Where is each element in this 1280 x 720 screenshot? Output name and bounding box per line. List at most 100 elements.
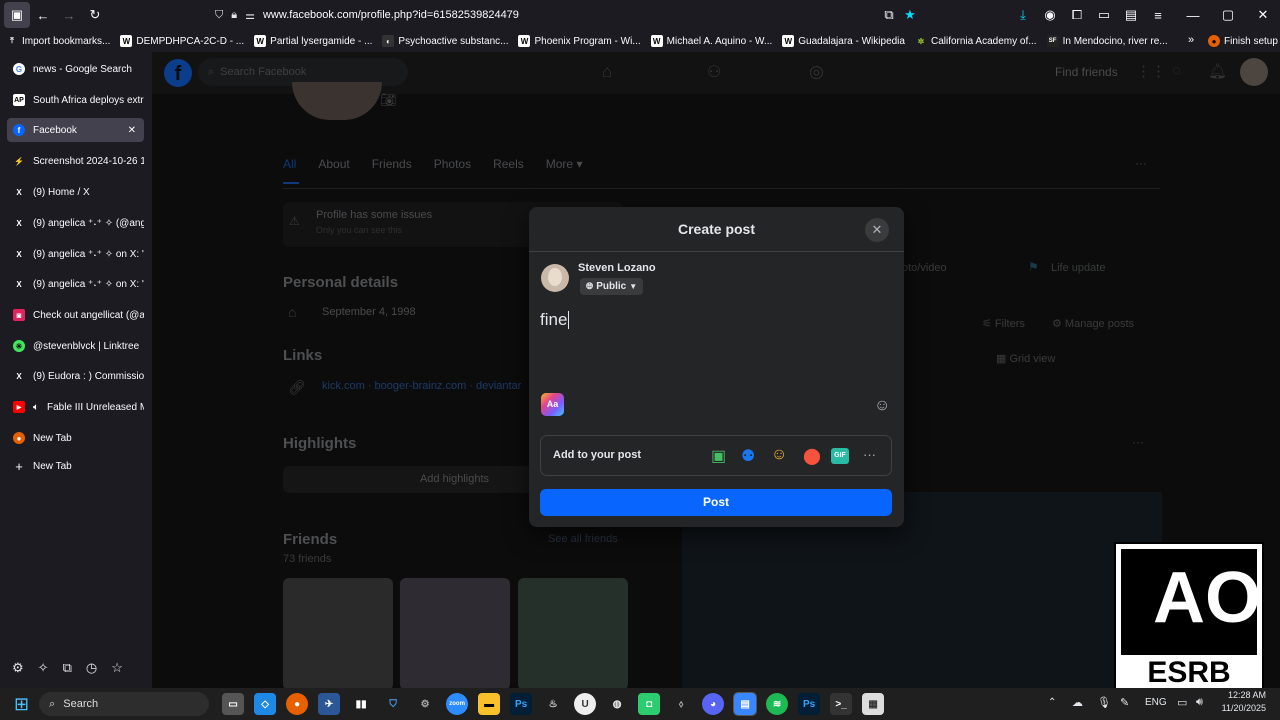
- network-icon[interactable]: ▭: [1177, 696, 1187, 709]
- sidebar-view-icon[interactable]: ▤: [1118, 2, 1144, 28]
- tab-all[interactable]: All: [283, 157, 296, 171]
- task-view-icon[interactable]: ▭: [222, 693, 245, 715]
- manage-posts-button[interactable]: ⚙ Manage posts: [1052, 317, 1134, 330]
- downloads-icon[interactable]: ⤓: [1010, 2, 1036, 28]
- sidebar-toggle-icon[interactable]: ▣: [4, 2, 30, 28]
- photoshop-icon[interactable]: Ps: [510, 693, 533, 715]
- firefox-icon[interactable]: ●: [286, 693, 309, 715]
- tab-item[interactable]: X (9) Home / X: [7, 180, 144, 204]
- forward-icon[interactable]: →: [56, 2, 82, 28]
- tab-item-active[interactable]: f Facebook ✕: [7, 118, 144, 142]
- containers-icon[interactable]: ▭: [1091, 2, 1117, 28]
- new-tab-button[interactable]: + New Tab: [7, 454, 144, 478]
- profile-icon[interactable]: ◎: [809, 62, 824, 82]
- terminal-icon[interactable]: >_: [830, 693, 853, 715]
- tab-item[interactable]: AP South Africa deploys extra: [7, 88, 144, 112]
- feeling-icon[interactable]: ☺: [771, 446, 787, 464]
- more-icon[interactable]: ···: [863, 447, 876, 462]
- tag-people-icon[interactable]: ⚉: [741, 446, 755, 466]
- tab-item[interactable]: X (9) Eudora : ) Commission: [7, 364, 144, 388]
- close-dialog-button[interactable]: ✕: [865, 218, 889, 242]
- bookmark-item[interactable]: ◐ Psychoactive substanc...: [382, 35, 508, 47]
- photo-video-icon[interactable]: ▣: [711, 446, 726, 466]
- copilot-icon[interactable]: ◇: [254, 693, 277, 715]
- synced-tabs-icon[interactable]: ⧉: [63, 660, 72, 676]
- tab-item[interactable]: Gnews - Google Search: [7, 57, 144, 81]
- gif-icon[interactable]: GIF: [831, 448, 849, 464]
- audience-selector[interactable]: 🌐︎ Public ▼: [580, 278, 644, 295]
- settings-icon[interactable]: ⚙: [12, 660, 24, 676]
- grid-view-button[interactable]: ▦ Grid view: [996, 352, 1055, 365]
- tab-about[interactable]: About: [318, 157, 349, 171]
- bell-icon[interactable]: 🔔︎: [1208, 62, 1227, 80]
- onedrive-icon[interactable]: ☁: [1072, 696, 1083, 709]
- tab-item[interactable]: X (9) angelica ⁺˖⁺ ✧ on X: "sa: [7, 242, 144, 266]
- audio-app-icon[interactable]: ▮▮: [350, 693, 372, 715]
- app-icon[interactable]: ◍: [606, 693, 628, 715]
- tab-item[interactable]: ▶ 🔈︎ Fable III Unreleased M: [7, 395, 144, 419]
- minimize-icon[interactable]: —: [1180, 2, 1206, 28]
- steam-icon[interactable]: ♨: [542, 693, 564, 715]
- history-icon[interactable]: ◷: [86, 660, 97, 676]
- text-background-icon[interactable]: Aa: [541, 393, 564, 416]
- bookmark-item[interactable]: W Guadalajara - Wikipedia: [782, 35, 905, 47]
- tab-item[interactable]: X (9) angelica ⁺˖⁺ ✧ on X: "sa: [7, 272, 144, 296]
- links-list[interactable]: kick.com · booger-brainz.com · deviantar: [322, 380, 521, 392]
- back-icon[interactable]: ←: [30, 2, 56, 28]
- chevron-right-icon[interactable]: »: [1188, 34, 1194, 46]
- discord-icon[interactable]: ◕: [702, 693, 725, 715]
- notepad-icon[interactable]: ▤: [733, 692, 758, 716]
- pen-icon[interactable]: ✎: [1120, 696, 1129, 709]
- app-icon[interactable]: ✈: [318, 693, 341, 715]
- taskbar-search[interactable]: ⌕ Search: [39, 692, 210, 716]
- windows-start-icon[interactable]: ⊞: [14, 694, 29, 715]
- ai-icon[interactable]: ✧: [38, 660, 49, 676]
- extensions-icon[interactable]: ⧠: [1064, 2, 1090, 28]
- tab-item[interactable]: X (9) angelica ⁺˖⁺ ✧ (@angel: [7, 211, 144, 235]
- tab-item[interactable]: ⚡ Screenshot 2024-10-26 12: [7, 149, 144, 173]
- photo-video-button[interactable]: oto/video: [902, 262, 947, 274]
- bookmark-item[interactable]: W Partial lysergamide - ...: [254, 35, 372, 47]
- location-icon[interactable]: ⬤: [803, 446, 821, 466]
- bookmark-item[interactable]: W Phoenix Program - Wi...: [518, 35, 641, 47]
- file-explorer-icon[interactable]: ▬: [478, 693, 501, 715]
- tab-friends[interactable]: Friends: [372, 157, 412, 171]
- tab-item[interactable]: ● New Tab: [7, 426, 144, 450]
- find-friends-link[interactable]: Find friends: [1055, 65, 1118, 79]
- bookmark-item[interactable]: W Michael A. Aquino - W...: [650, 35, 772, 47]
- bookmark-star-icon[interactable]: ★: [897, 2, 923, 28]
- post-button[interactable]: Post: [540, 489, 892, 516]
- bookmark-item[interactable]: SF In Mendocino, river re...: [1046, 35, 1168, 47]
- chevron-up-icon[interactable]: ⌃: [1048, 697, 1056, 708]
- finish-setup-link[interactable]: ● Finish setup: [1208, 35, 1278, 47]
- friend-photo[interactable]: [283, 578, 393, 690]
- facebook-logo-icon[interactable]: f: [164, 59, 192, 87]
- messenger-icon[interactable]: ◌: [1172, 62, 1181, 79]
- tab-reels[interactable]: Reels: [493, 157, 524, 171]
- photoshop-icon[interactable]: Ps: [798, 693, 821, 715]
- spotify-icon[interactable]: ≋: [766, 693, 789, 715]
- app-icon[interactable]: ⬨: [670, 693, 692, 715]
- emoji-icon[interactable]: ☺: [874, 397, 890, 415]
- menu-icon[interactable]: ≡: [1145, 2, 1171, 28]
- address-bar[interactable]: ⛉ 🔒︎ ⚌ www.facebook.com/profile.php?id=6…: [215, 4, 915, 26]
- maximize-icon[interactable]: ▢: [1215, 2, 1241, 28]
- friend-photo[interactable]: [400, 578, 510, 690]
- zoom-icon[interactable]: zoom: [446, 693, 469, 715]
- bookmark-item[interactable]: ✲ California Academy of...: [915, 35, 1037, 47]
- clock-date[interactable]: 11/20/2025: [1214, 703, 1266, 713]
- post-options-icon[interactable]: ···: [1132, 435, 1144, 449]
- star-icon[interactable]: ☆: [111, 660, 123, 676]
- clock-time[interactable]: 12:28 AM: [1218, 690, 1266, 700]
- filters-button[interactable]: ⚟ Filters: [982, 317, 1025, 330]
- friend-photo[interactable]: [518, 578, 628, 690]
- bookmark-item[interactable]: W DEMPDHPCA-2C-D - ...: [120, 35, 244, 47]
- url-text[interactable]: www.facebook.com/profile.php?id=61582539…: [263, 9, 519, 21]
- reload-icon[interactable]: ↻: [82, 2, 108, 28]
- more-options-icon[interactable]: ···: [1135, 156, 1147, 170]
- menu-grid-icon[interactable]: ⋮⋮: [1136, 62, 1166, 80]
- settings-icon[interactable]: ⚙: [414, 693, 436, 715]
- language-indicator[interactable]: ENG: [1145, 697, 1167, 708]
- app-icon[interactable]: ▦: [862, 693, 885, 715]
- defender-icon[interactable]: ⛉: [382, 693, 404, 715]
